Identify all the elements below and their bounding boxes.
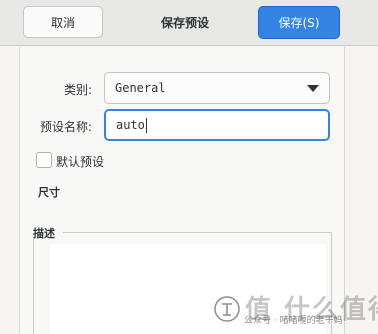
preset-name-label: 预设名称: [39, 120, 92, 134]
cancel-button[interactable]: 取消 [23, 6, 103, 38]
default-preset-label[interactable]: 默认预设 [56, 153, 104, 170]
text-caret [145, 117, 147, 133]
preset-name-value: auto [116, 118, 145, 132]
dialog-title: 保存预设 [160, 16, 209, 30]
category-dropdown[interactable]: General [104, 72, 330, 104]
header-bar: 取消 保存预设 保存(S) [0, 0, 378, 46]
watermark-small-text: 公众号 · 啫啫喱的老干妈 [244, 316, 343, 326]
category-value: General [115, 81, 166, 95]
default-preset-checkbox[interactable] [36, 152, 52, 168]
description-heading: 描述 [33, 227, 55, 240]
category-label: 类别: [63, 83, 92, 97]
save-button[interactable]: 保存(S) [258, 6, 340, 39]
size-heading: 尺寸 [38, 186, 60, 199]
dropdown-arrow-icon [307, 85, 319, 92]
watermark-logo-icon [214, 296, 240, 322]
preset-name-input[interactable]: auto [104, 109, 330, 141]
